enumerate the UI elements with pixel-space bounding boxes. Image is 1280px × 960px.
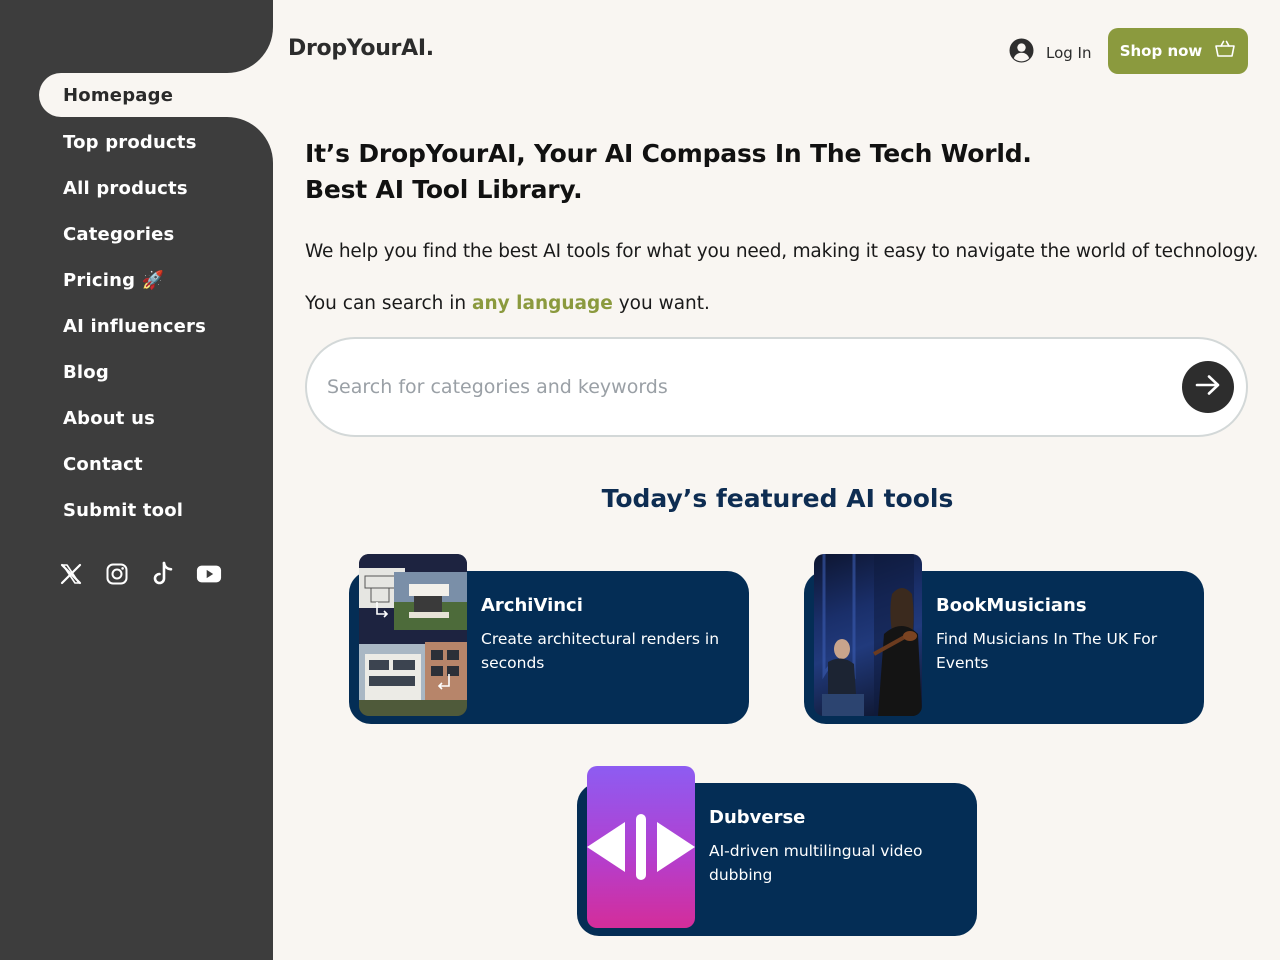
sidebar-item-submit-tool[interactable]: Submit tool — [0, 487, 273, 533]
sidebar-item-label: Submit tool — [63, 499, 184, 521]
sidebar-item-pricing[interactable]: Pricing 🚀 — [0, 257, 273, 303]
title-line-2: Best AI Tool Library. — [305, 175, 583, 204]
instagram-icon[interactable] — [104, 560, 130, 588]
page-title: It’s DropYourAI, Your AI Compass In The … — [305, 136, 1032, 208]
any-language-link[interactable]: any language — [472, 293, 613, 314]
search-input[interactable] — [327, 376, 1182, 398]
youtube-icon[interactable] — [196, 560, 222, 588]
tool-card-dubverse[interactable]: Dubverse AI-driven multilingual video du… — [577, 766, 977, 936]
tool-card-archivinci[interactable]: ArchiVinci Create architectural renders … — [349, 554, 749, 724]
hero-description: We help you find the best AI tools for w… — [305, 241, 1259, 262]
tool-description: AI-driven multilingual video dubbing — [709, 842, 923, 884]
login-button[interactable]: Log In — [1009, 38, 1092, 67]
archivinci-thumbnail — [359, 554, 467, 716]
language-note-prefix: You can search in — [305, 293, 472, 314]
sidebar-item-label: Categories — [63, 223, 175, 245]
tool-name: Dubverse — [709, 807, 806, 828]
sidebar: Homepage Top products All products Categ… — [0, 0, 273, 960]
x-icon[interactable] — [58, 560, 84, 588]
shop-now-button[interactable]: Shop now — [1108, 28, 1248, 74]
language-note-suffix: you want. — [612, 293, 710, 314]
featured-tools-heading: Today’s featured AI tools — [601, 484, 954, 513]
sidebar-item-label: Blog — [63, 361, 109, 383]
language-note: You can search in any language you want. — [305, 293, 710, 314]
sidebar-item-ai-influencers[interactable]: AI influencers — [0, 303, 273, 349]
sidebar-item-label: All products — [63, 177, 188, 199]
search-bar — [305, 337, 1248, 437]
search-submit-button[interactable] — [1182, 361, 1234, 413]
bookmusicians-thumbnail — [814, 554, 922, 716]
tool-name: ArchiVinci — [481, 595, 583, 616]
brand-logo[interactable]: DropYourAI. — [288, 36, 434, 61]
sidebar-item-about-us[interactable]: About us — [0, 395, 273, 441]
sidebar-item-label: Homepage — [63, 84, 174, 106]
tool-description: Create architectural renders in seconds — [481, 630, 720, 672]
sidebar-item-contact[interactable]: Contact — [0, 441, 273, 487]
sidebar-item-top-products[interactable]: Top products — [0, 119, 273, 165]
tool-name: BookMusicians — [936, 595, 1087, 616]
sidebar-item-label: Contact — [63, 453, 143, 475]
sidebar-nav: Homepage Top products All products Categ… — [0, 73, 273, 533]
sidebar-item-label: Pricing 🚀 — [63, 269, 165, 291]
social-links — [58, 560, 222, 588]
title-line-1: It’s DropYourAI, Your AI Compass In The … — [305, 139, 1032, 168]
dubverse-thumbnail — [587, 766, 695, 928]
tool-card-bookmusicians[interactable]: BookMusicians Find Musicians In The UK F… — [804, 554, 1204, 724]
tool-description: Find Musicians In The UK For Events — [936, 630, 1158, 672]
sidebar-item-label: About us — [63, 407, 155, 429]
arrow-right-icon — [1195, 374, 1221, 400]
basket-icon — [1214, 40, 1236, 62]
login-label: Log In — [1046, 43, 1092, 62]
tiktok-icon[interactable] — [150, 560, 176, 588]
sidebar-item-label: Top products — [63, 131, 197, 153]
sidebar-item-blog[interactable]: Blog — [0, 349, 273, 395]
sidebar-item-label: AI influencers — [63, 315, 206, 337]
user-icon — [1009, 38, 1034, 67]
sidebar-item-categories[interactable]: Categories — [0, 211, 273, 257]
sidebar-item-all-products[interactable]: All products — [0, 165, 273, 211]
sidebar-item-homepage[interactable]: Homepage — [39, 73, 273, 117]
shop-label: Shop now — [1119, 42, 1203, 60]
